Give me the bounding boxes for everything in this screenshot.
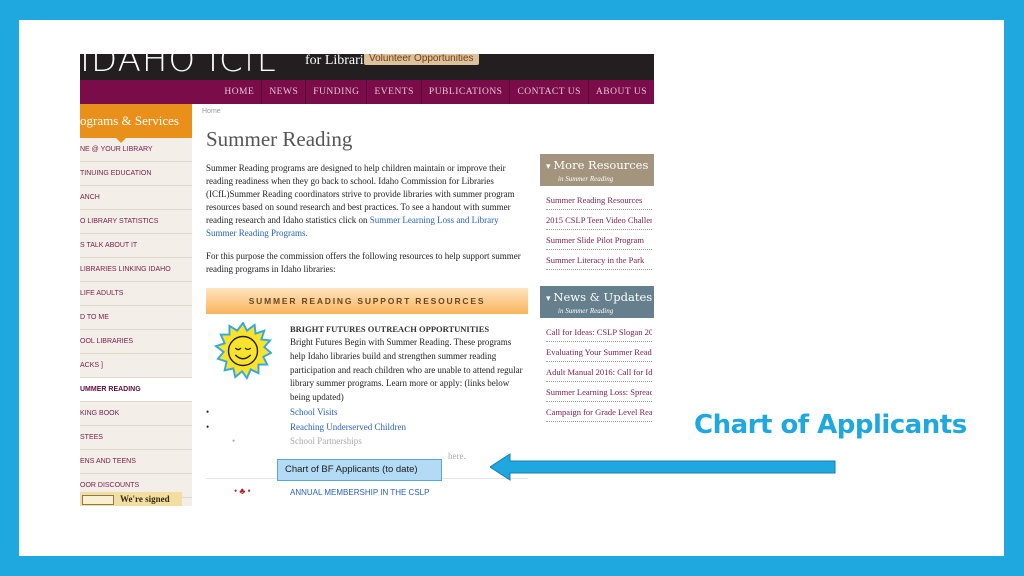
signed-banner-text: We're signed xyxy=(120,494,170,504)
bright-futures-text: Bright Futures Begin with Summer Reading… xyxy=(290,337,523,403)
sidebar-item[interactable]: TINUING EDUCATION xyxy=(80,162,192,186)
page-title: Summer Reading xyxy=(206,127,353,151)
news-updates-list: Call for Ideas: CSLP Slogan 2017 and The… xyxy=(540,318,654,422)
support-resources-heading: SUMMER READING SUPPORT RESOURCES xyxy=(206,288,528,314)
bright-futures-links: • School Visits • Reaching Underserved Chi… xyxy=(206,405,526,463)
news-updates-subtitle: in Summer Reading xyxy=(558,307,614,315)
breadcrumb[interactable]: Home xyxy=(202,108,532,115)
left-arrow-icon xyxy=(490,453,836,481)
school-partnerships-link[interactable]: School Partnerships xyxy=(290,434,362,449)
more-resources-subtitle: in Summer Reading xyxy=(558,175,614,183)
nav-news[interactable]: NEWS xyxy=(261,80,305,104)
chart-of-applicants-caption: Chart of Applicants xyxy=(694,410,967,440)
sidebar-item[interactable]: O LIBRARY STATISTICS xyxy=(80,210,192,234)
main-content: Home Summer Reading Summer Reading progr… xyxy=(202,104,532,497)
site-header: IDAHO ICfL for Libraries Volunteer Oppor… xyxy=(80,54,654,80)
more-resources-list: Summer Reading Resources 2015 CSLP Teen V… xyxy=(540,186,654,270)
sidebar-item[interactable]: KING BOOK xyxy=(80,402,192,426)
sidebar-item[interactable]: ANCH xyxy=(80,186,192,210)
sidebar-item[interactable]: STEES xyxy=(80,426,192,450)
nav-publications[interactable]: PUBLICATIONS xyxy=(420,80,510,104)
programs-sidebar-heading: ograms & Services xyxy=(80,104,192,143)
sidebar-item[interactable]: S TALK ABOUT IT xyxy=(80,234,192,258)
sidebar-item[interactable]: OOL LIBRARIES xyxy=(80,330,192,354)
news-updates-header[interactable]: News & Updates in Summer Reading xyxy=(540,286,654,318)
signed-banner[interactable]: We're signed xyxy=(80,492,182,506)
bright-futures-title: BRIGHT FUTURES OUTREACH OPPORTUNITIES xyxy=(290,324,490,334)
sidebar-link[interactable]: Call for Ideas: CSLP Slogan 2017 and The… xyxy=(546,322,652,342)
more-resources-header[interactable]: More Resources in Summer Reading xyxy=(540,154,654,186)
sidebar-item[interactable]: UMMER READING xyxy=(80,378,192,402)
volunteer-opportunities-button[interactable]: Volunteer Opportunities xyxy=(364,54,479,65)
sidebar-link[interactable]: 2015 CSLP Teen Video Challenge xyxy=(546,210,652,230)
sidebar-link[interactable]: Summer Literacy in the Park xyxy=(546,250,652,270)
more-resources-title: More Resources xyxy=(546,154,654,175)
site-logo[interactable]: IDAHO ICfL xyxy=(80,54,277,80)
list-item: • Reaching Underserved Children xyxy=(206,420,526,435)
bullet-icon: • xyxy=(206,407,210,417)
sidebar-link[interactable]: Campaign for Grade Level Reading in Coeu… xyxy=(546,402,652,422)
sidebar-link[interactable]: Summer Reading Resources xyxy=(546,190,652,210)
intro-paragraph: Summer Reading programs are designed to … xyxy=(206,162,526,240)
right-sidebar: More Resources in Summer Reading Summer … xyxy=(540,154,654,422)
nav-home[interactable]: HOME xyxy=(217,80,261,104)
website-screenshot: IDAHO ICfL for Libraries Volunteer Oppor… xyxy=(80,54,654,506)
reaching-underserved-children-link[interactable]: Reaching Underserved Children xyxy=(290,420,406,435)
sidebar-item[interactable]: D TO ME xyxy=(80,306,192,330)
school-visits-link[interactable]: School Visits xyxy=(290,405,338,420)
annual-membership-title[interactable]: ANNUAL MEMBERSHIP IN THE CSLP xyxy=(290,488,429,497)
nav-funding[interactable]: FUNDING xyxy=(305,80,366,104)
list-item: • School Visits xyxy=(206,405,526,420)
bullet-icon: • xyxy=(206,421,210,432)
sidebar-item[interactable]: ACKS ] xyxy=(80,354,192,378)
bullet-icon: • xyxy=(232,436,236,446)
sidebar-link[interactable]: Evaluating Your Summer Reading Program xyxy=(546,342,652,362)
sun-icon xyxy=(214,322,272,380)
news-updates-title: News & Updates xyxy=(546,286,654,307)
programs-sidebar: ograms & Services NE @ YOUR LIBRARY TINUI… xyxy=(80,104,192,506)
main-nav: HOME NEWS FUNDING EVENTS PUBLICATIONS CO… xyxy=(80,80,654,104)
sidebar-link[interactable]: Summer Learning Loss: Spread the Word xyxy=(546,382,652,402)
cslp-icon: • ♣ • xyxy=(234,486,251,496)
sidebar-link[interactable]: Adult Manual 2016: Call for Ideas xyxy=(546,362,652,382)
programs-list: NE @ YOUR LIBRARY TINUING EDUCATION ANCH O … xyxy=(80,138,192,498)
banner-image xyxy=(82,495,114,505)
sidebar-item[interactable]: NE @ YOUR LIBRARY xyxy=(80,138,192,162)
sidebar-item[interactable]: ENS AND TEENS xyxy=(80,450,192,474)
bf-applicants-callout[interactable]: Chart of BF Applicants (to date) xyxy=(277,459,442,481)
nav-about-us[interactable]: ABOUT US xyxy=(587,80,654,104)
sidebar-link[interactable]: Summer Slide Pilot Program xyxy=(546,230,652,250)
purpose-paragraph: For this purpose the commission offers t… xyxy=(206,251,521,274)
sidebar-item[interactable]: LIFE ADULTS xyxy=(80,282,192,306)
sidebar-item[interactable]: LIBRARIES LINKING IDAHO xyxy=(80,258,192,282)
list-item: • School Partnerships xyxy=(206,434,526,449)
hidden-text-fragment: here. xyxy=(448,450,466,461)
nav-contact-us[interactable]: CONTACT US xyxy=(509,80,587,104)
nav-events[interactable]: EVENTS xyxy=(366,80,420,104)
